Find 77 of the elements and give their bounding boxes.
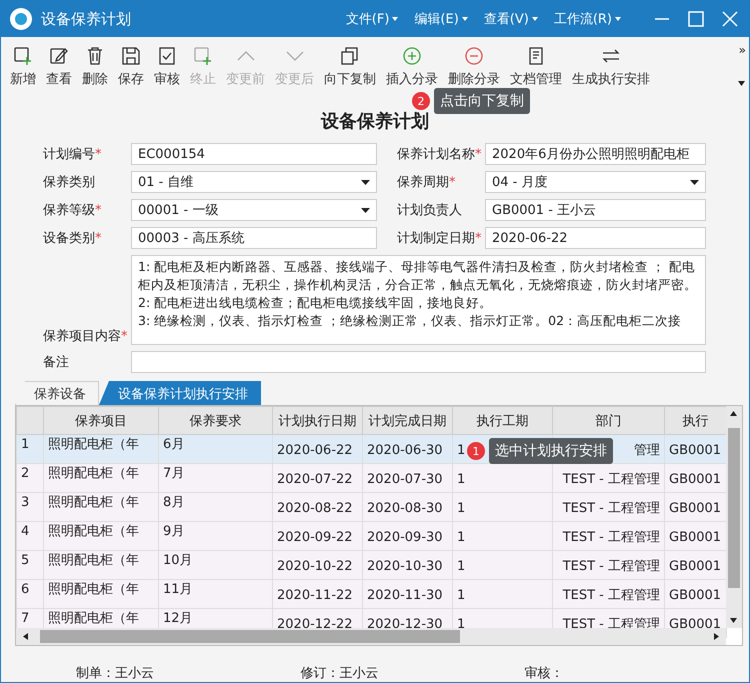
field-label: 计划制定日期*: [397, 230, 482, 247]
dropdown-arrow-icon: [690, 180, 699, 184]
column-header[interactable]: 计划完成日期: [362, 406, 452, 434]
dropdown-arrow-icon: [361, 180, 370, 184]
toolbar-button[interactable]: 审核: [149, 37, 185, 88]
table-row[interactable]: 3 照明配电柜（年 8月 2020-08-22 2020-08-30 1 TEST - 工程管理 GB0001: [16, 492, 726, 522]
column-header[interactable]: 执行工期: [452, 406, 552, 434]
toolbar-button[interactable]: 文档管理: [505, 37, 567, 88]
menu-item[interactable]: 查看(V): [484, 10, 538, 28]
menu-item[interactable]: 编辑(E): [414, 10, 468, 28]
toolbar-button[interactable]: 新增: [5, 37, 41, 88]
overflow-button[interactable]: »: [738, 43, 746, 57]
toolbar-button[interactable]: 查看: [41, 37, 77, 88]
input-field[interactable]: [131, 351, 706, 373]
dropdown-field[interactable]: 01 - 自维: [131, 171, 377, 193]
toolbar-button[interactable]: 删除分录: [443, 37, 505, 88]
field-label: 保养计划名称*: [397, 146, 482, 163]
caret-icon: [392, 17, 398, 21]
table-row[interactable]: 5 照明配电柜（年 10月 2020-10-22 2020-10-30 1 TEST - 工程管理 GB0001: [16, 550, 726, 580]
menu-item[interactable]: 文件(F): [346, 10, 398, 28]
column-header[interactable]: 计划执行日期: [272, 406, 362, 434]
app-logo-icon: [9, 7, 33, 31]
text-area[interactable]: 1: 配电柜及柜内断路器、互感器、接线端子、母排等电气器件清扫及检查，防火封堵检查 ； 配电柜内及柜顶清洁，无积尘，操作机构灵活，分合正常，触点无氧化，无烧熔痕迹，防火封堵严密。 2: 配电柜进出线电缆检查；配电柜电缆接线牢固，接地良好。 3: 绝缘检测，仪表、指示灯检查 ；绝缘检测正常，仪表、指示灯正常。02：高压配电柜二次接: [131, 255, 706, 345]
field-label: 备注: [43, 354, 70, 371]
field-label: 保养类别: [43, 174, 96, 191]
step-badge: 2: [412, 92, 430, 110]
field-label: 保养周期*: [397, 174, 456, 191]
hint-tooltip: 选中计划执行安排: [489, 438, 613, 464]
column-header[interactable]: 执行: [664, 406, 726, 434]
column-header[interactable]: 保养项目: [44, 406, 158, 434]
tab[interactable]: 保养设备: [15, 381, 99, 405]
form-heading: 设备保养计划: [320, 110, 430, 133]
input-field[interactable]: 2020-06-22: [485, 227, 706, 249]
add-square-icon: [192, 45, 214, 67]
field-label: 保养项目内容*: [43, 328, 128, 345]
toolbar-button[interactable]: 生成执行安排: [567, 37, 655, 88]
field-label: 计划负责人: [397, 202, 463, 219]
dropdown-field[interactable]: 00001 - 一级: [131, 199, 377, 221]
scroll-down-icon[interactable]: [730, 617, 737, 624]
footer-text: 审核：: [524, 665, 565, 682]
input-field[interactable]: EC000154: [131, 143, 377, 165]
table-row[interactable]: 2 照明配电柜（年 7月 2020-07-22 2020-07-30 1 TEST - 工程管理 GB0001: [16, 464, 726, 492]
tab[interactable]: 设备保养计划执行安排: [99, 381, 261, 405]
plus-circle-icon: [401, 45, 423, 67]
footer-text: 修订：王小云: [300, 665, 380, 682]
add-square-icon: [12, 45, 34, 67]
caret-icon[interactable]: [738, 81, 745, 86]
field-label: 保养等级*: [43, 202, 102, 219]
scroll-left-icon[interactable]: [22, 633, 29, 640]
table-row[interactable]: 6 照明配电柜（年 11月 2020-11-22 2020-11-30 1 TEST - 工程管理 GB0001: [16, 580, 726, 608]
caret-icon: [532, 17, 538, 21]
dropdown-field[interactable]: 04 - 月度: [485, 171, 706, 193]
input-field[interactable]: GB0001 - 王小云: [485, 199, 706, 221]
dropdown-arrow-icon: [361, 208, 370, 212]
horizontal-scrollbar[interactable]: [16, 628, 726, 645]
caret-icon: [462, 17, 468, 21]
input-field[interactable]: 00003 - 高压系统: [131, 227, 377, 249]
column-header[interactable]: 保养要求: [158, 406, 272, 434]
footer-text: 制单：王小云: [76, 665, 155, 682]
caret-icon: [615, 17, 621, 21]
hint-tooltip: 点击向下复制: [434, 88, 530, 114]
input-field[interactable]: 2020年6月份办公照明照明配电柜: [485, 143, 706, 165]
window-title: 设备保养计划: [41, 10, 132, 28]
menu-item[interactable]: 工作流(R): [554, 10, 621, 28]
toolbar-button[interactable]: 向下复制: [319, 37, 381, 88]
vertical-scrollbar[interactable]: [726, 406, 742, 628]
toolbar-button[interactable]: 删除: [77, 37, 113, 88]
field-label: 计划编号*: [43, 146, 102, 163]
scroll-right-icon[interactable]: [713, 633, 720, 640]
toolbar-button[interactable]: 插入分录: [381, 37, 443, 88]
minus-circle-icon: [463, 45, 485, 67]
toolbar-button[interactable]: 保存: [113, 37, 149, 88]
field-label: 设备类别*: [43, 230, 102, 247]
save-icon: [120, 45, 142, 67]
column-header[interactable]: 部门: [552, 406, 664, 434]
scroll-up-icon[interactable]: [730, 410, 737, 417]
table-row[interactable]: 4 照明配电柜（年 9月 2020-09-22 2020-09-30 1 TEST - 工程管理 GB0001: [16, 522, 726, 550]
